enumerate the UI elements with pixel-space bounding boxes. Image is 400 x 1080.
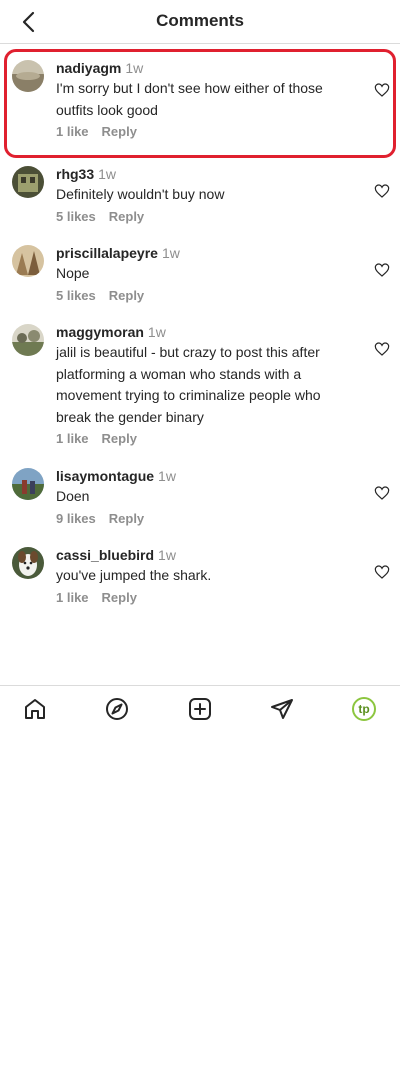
comment-text: I'm sorry but I don't see how either of … (56, 80, 323, 118)
heart-icon[interactable] (374, 485, 390, 501)
heart-icon[interactable] (374, 564, 390, 580)
comment-username[interactable]: lisaymontague (56, 468, 154, 484)
reply-button[interactable]: Reply (109, 288, 144, 303)
likes-count[interactable]: 5 likes (56, 209, 96, 224)
tab-home[interactable] (22, 696, 48, 722)
comment-time: 1w (158, 547, 176, 563)
explore-icon (106, 698, 128, 720)
comment-username[interactable]: maggymoran (56, 324, 144, 340)
avatar[interactable] (12, 547, 44, 579)
comment-time: 1w (147, 324, 166, 340)
comment-body: maggymoran 1w jalil is beautiful - but cr… (56, 322, 326, 446)
likes-count[interactable]: 1 like (56, 431, 89, 446)
comment-text: you've jumped the shark. (56, 567, 212, 583)
comment-time: 1w (98, 166, 117, 182)
avatar[interactable] (12, 166, 44, 198)
comment-time: 1w (161, 245, 180, 261)
comment-body: nadiyagm 1w I'm sorry but I don't see how… (56, 58, 326, 139)
tab-direct[interactable] (269, 696, 295, 722)
comment-time: 1w (158, 468, 176, 484)
home-icon (25, 699, 45, 719)
comment-body: lisaymontague 1w Doen 9 likes Reply (56, 466, 326, 526)
comment-item: nadiyagm 1w I'm sorry but I don't see how… (4, 49, 396, 158)
avatar[interactable] (12, 468, 44, 500)
likes-count[interactable]: 5 likes (56, 288, 96, 303)
comment-body: cassi_bluebird 1w you've jumped the shark… (56, 545, 326, 605)
comment-item: priscillalapeyre 1w Nope 5 likes Reply (0, 237, 400, 313)
direct-message-icon (271, 699, 293, 719)
avatar[interactable] (12, 324, 44, 356)
comment-text: Definitely wouldn't buy now (56, 186, 225, 202)
page-title: Comments (156, 11, 244, 30)
heart-icon[interactable] (374, 262, 390, 278)
avatar[interactable] (12, 245, 44, 277)
comment-item: cassi_bluebird 1w you've jumped the shark… (0, 539, 400, 615)
bottom-tab-bar: tp (0, 685, 400, 731)
tab-explore[interactable] (104, 696, 130, 722)
tab-profile[interactable]: tp (351, 696, 377, 722)
comment-username[interactable]: priscillalapeyre (56, 245, 158, 261)
likes-count[interactable]: 1 like (56, 124, 89, 139)
heart-icon[interactable] (374, 341, 390, 357)
comment-item: rhg33 1w Definitely wouldn't buy now 5 li… (0, 158, 400, 234)
comment-body: priscillalapeyre 1w Nope 5 likes Reply (56, 243, 326, 303)
comment-text: jalil is beautiful - but crazy to post t… (56, 344, 321, 425)
comment-username[interactable]: nadiyagm (56, 60, 121, 76)
comment-item: maggymoran 1w jalil is beautiful - but cr… (0, 316, 400, 456)
avatar[interactable] (12, 60, 44, 92)
comment-text: Doen (56, 488, 90, 504)
likes-count[interactable]: 1 like (56, 590, 89, 605)
heart-icon[interactable] (374, 82, 390, 98)
new-post-icon (189, 698, 211, 720)
heart-icon[interactable] (374, 183, 390, 199)
comment-body: rhg33 1w Definitely wouldn't buy now 5 li… (56, 164, 326, 224)
reply-button[interactable]: Reply (102, 431, 137, 446)
reply-button[interactable]: Reply (102, 124, 137, 139)
comment-username[interactable]: cassi_bluebird (56, 547, 154, 563)
comment-text: Nope (56, 265, 90, 281)
reply-button[interactable]: Reply (109, 511, 144, 526)
profile-avatar: tp (352, 697, 376, 721)
likes-count[interactable]: 9 likes (56, 511, 96, 526)
reply-button[interactable]: Reply (102, 590, 137, 605)
reply-button[interactable]: Reply (109, 209, 144, 224)
tab-new-post[interactable] (187, 696, 213, 722)
comment-item: lisaymontague 1w Doen 9 likes Reply (0, 460, 400, 536)
comment-time: 1w (125, 60, 144, 76)
header: Comments (0, 0, 400, 44)
comment-username[interactable]: rhg33 (56, 166, 94, 182)
